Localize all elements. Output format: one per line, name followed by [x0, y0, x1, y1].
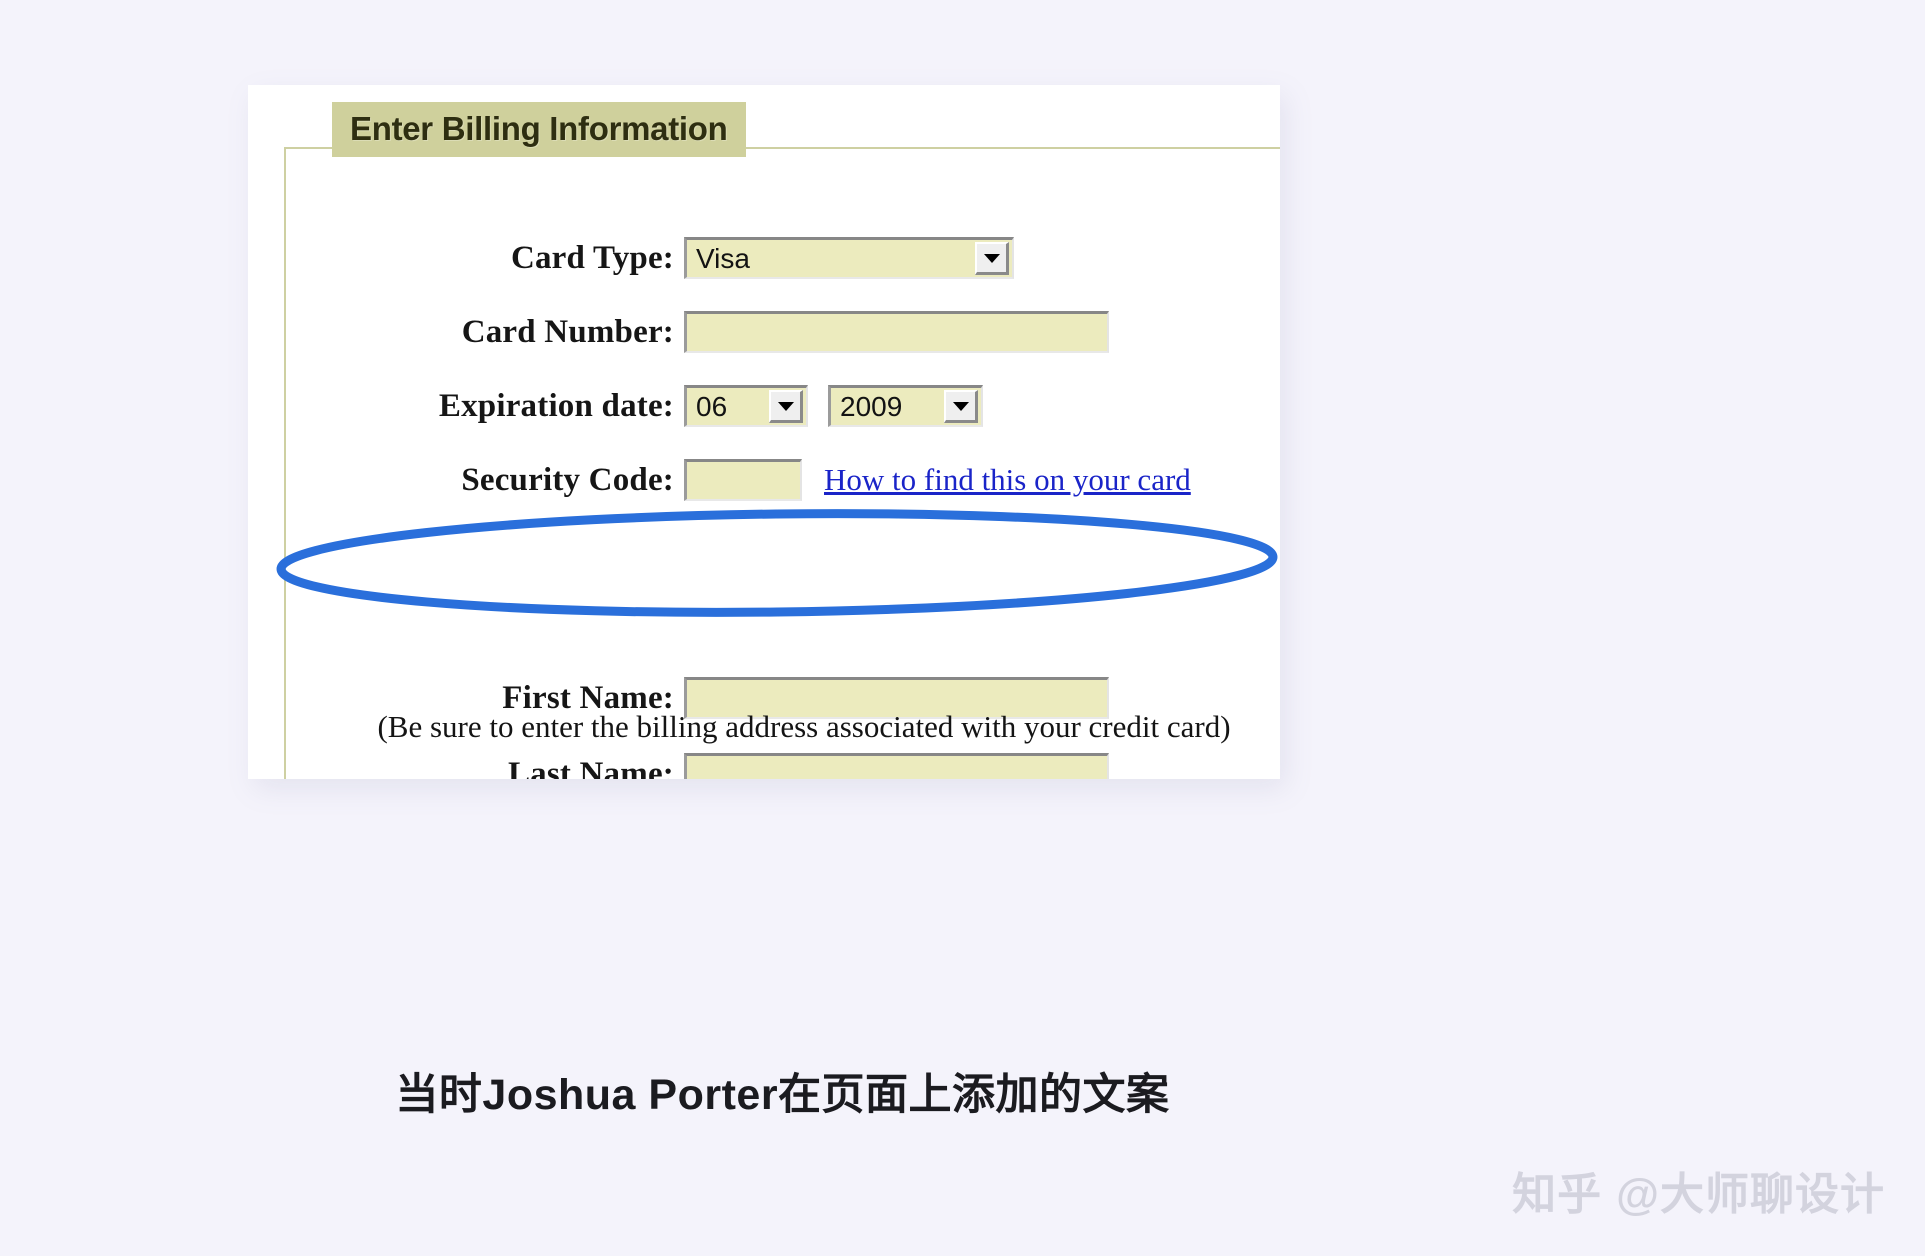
card-type-dropdown-button[interactable]	[975, 242, 1009, 275]
expiration-year-dropdown-button[interactable]	[944, 390, 978, 423]
chevron-down-icon	[983, 253, 1000, 263]
expiration-month-value: 06	[696, 390, 728, 422]
form-row-security-code: Security Code: How to find this on your …	[286, 459, 1216, 501]
card-type-label: Card Type:	[510, 239, 674, 276]
card-number-label: Card Number:	[461, 313, 674, 350]
last-name-label: Last Name:	[507, 755, 674, 780]
screenshot-card: Enter Billing Information Card Type: Vis…	[248, 85, 1280, 779]
billing-information-fieldset: Enter Billing Information Card Type: Vis…	[284, 102, 1280, 779]
security-code-input[interactable]	[684, 459, 802, 501]
expiration-month-select[interactable]: 06	[684, 385, 808, 427]
form-row-last-name: Last Name:	[286, 753, 1216, 779]
billing-address-note: (Be sure to enter the billing address as…	[377, 709, 1231, 744]
security-code-label: Security Code:	[461, 461, 674, 498]
how-to-find-code-link[interactable]: How to find this on your card	[824, 462, 1191, 498]
fieldset-legend: Enter Billing Information	[332, 102, 746, 157]
expiration-year-select[interactable]: 2009	[828, 385, 983, 427]
chevron-down-icon	[952, 401, 969, 411]
last-name-input[interactable]	[684, 753, 1109, 779]
form-row-card-number: Card Number:	[286, 311, 1216, 353]
watermark-brand: 知乎	[1512, 1170, 1603, 1219]
caption-text: 当时Joshua Porter在页面上添加的文案	[395, 1071, 1170, 1119]
expiration-month-dropdown-button[interactable]	[769, 390, 803, 423]
form-row-expiration-date: Expiration date: 06 2009	[286, 385, 1216, 427]
form-row-card-type: Card Type: Visa	[286, 237, 1216, 279]
watermark-handle: @大师聊设计	[1616, 1170, 1885, 1219]
page-background: Enter Billing Information Card Type: Vis…	[0, 0, 1925, 1256]
chevron-down-icon	[777, 401, 794, 411]
card-number-input[interactable]	[684, 311, 1109, 353]
watermark: 知乎 @大师聊设计	[1512, 1158, 1885, 1222]
card-type-value: Visa	[696, 242, 750, 274]
expiration-year-value: 2009	[840, 390, 903, 422]
card-type-select[interactable]: Visa	[684, 237, 1014, 279]
expiration-date-label: Expiration date:	[438, 387, 674, 424]
